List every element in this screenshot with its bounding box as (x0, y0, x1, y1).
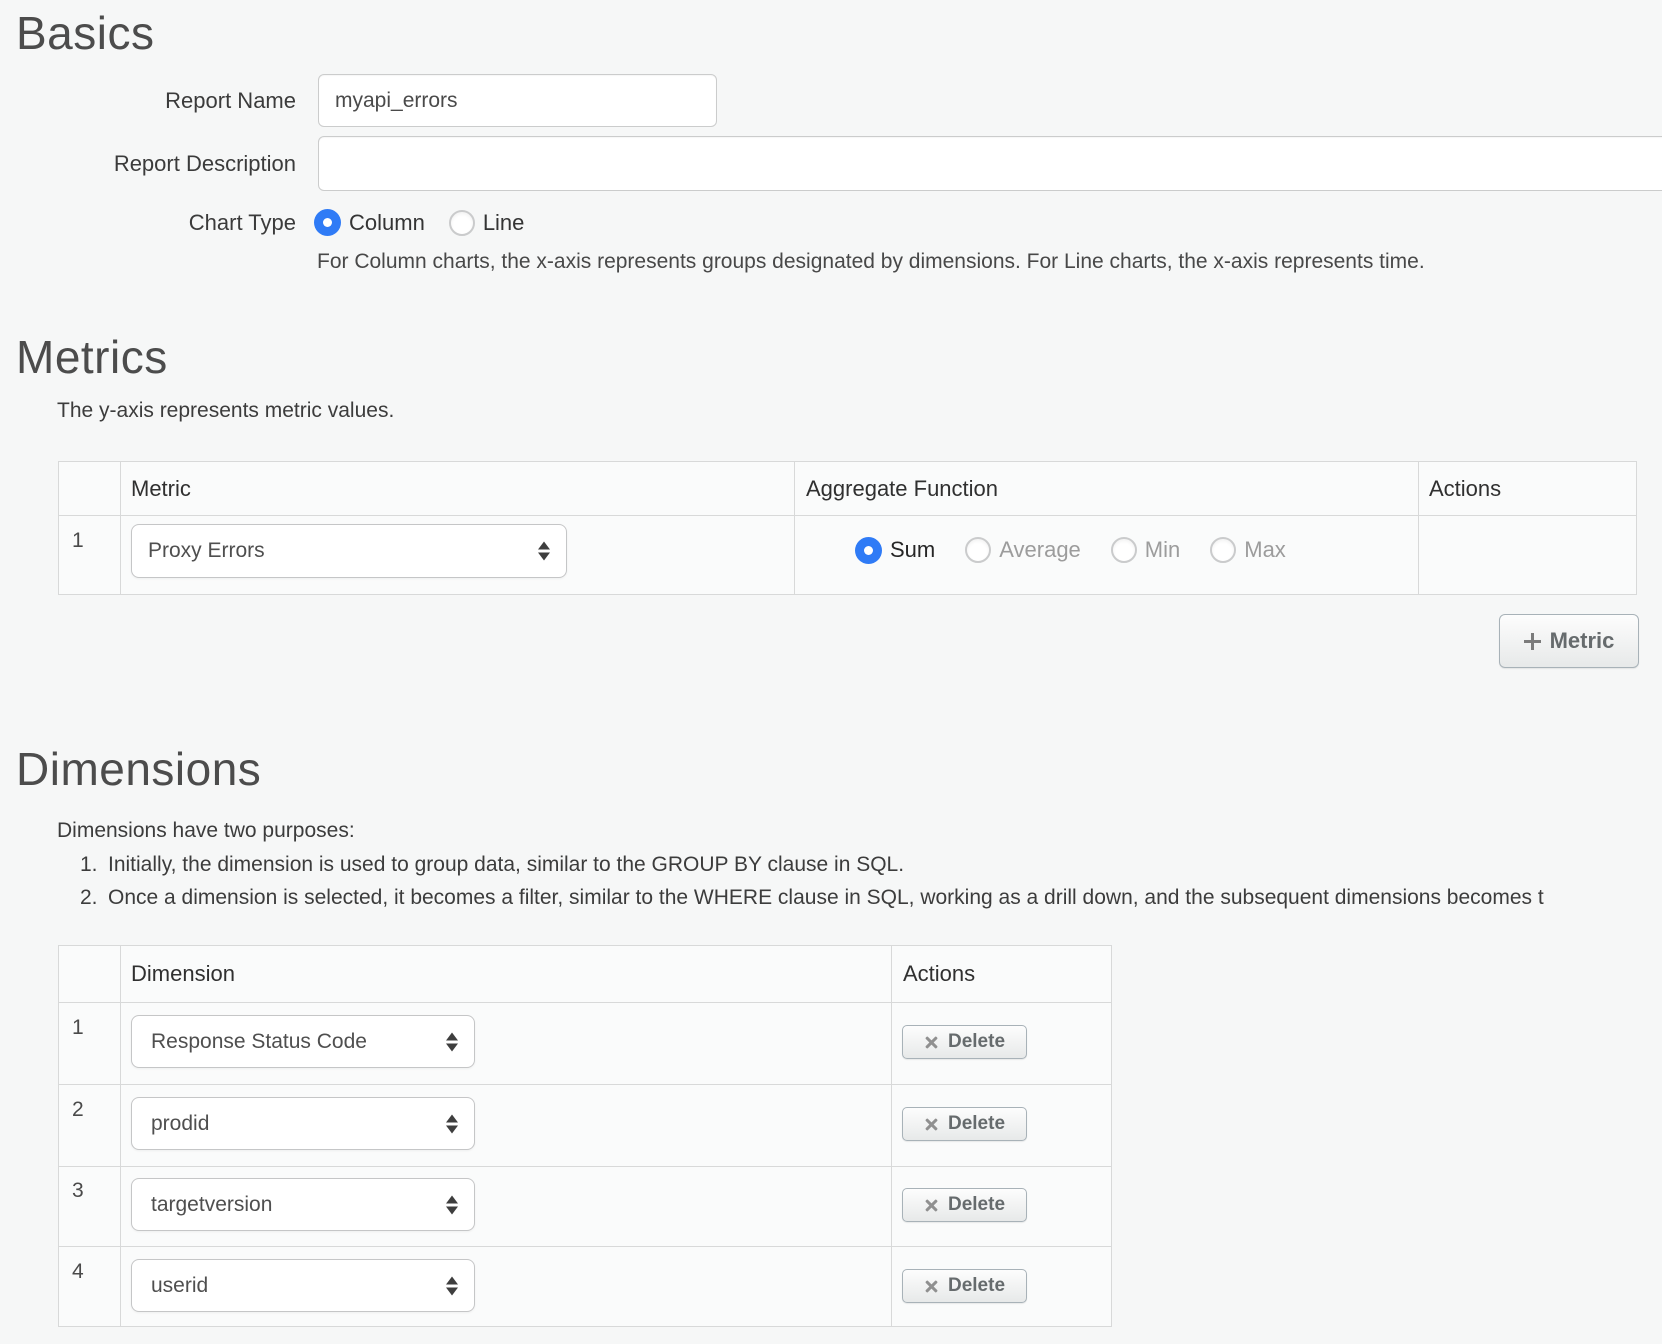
delete-dimension-button[interactable]: Delete (902, 1025, 1027, 1059)
report-description-input[interactable] (318, 136, 1662, 191)
dimensions-intro: Dimensions have two purposes: (57, 818, 355, 844)
metrics-table-divider (1418, 462, 1419, 594)
metrics-table-divider (120, 462, 121, 594)
delete-button-label: Delete (948, 1275, 1005, 1297)
metrics-heading: Metrics (16, 330, 168, 384)
metrics-col-header-metric: Metric (131, 462, 191, 515)
dimension-row-number: 1 (72, 1016, 84, 1040)
dimension-row-number: 3 (72, 1179, 84, 1203)
dimensions-purpose-item: 1. Initially, the dimension is used to g… (80, 852, 904, 878)
dimensions-table-row-divider (59, 1084, 1111, 1085)
chart-type-line-radio-icon[interactable] (449, 210, 475, 236)
aggregate-radio-group: Sum Average Min Max (855, 536, 1286, 564)
aggregate-max-label[interactable]: Max (1244, 537, 1286, 563)
metrics-col-header-aggregate: Aggregate Function (806, 462, 998, 515)
chart-type-label: Chart Type (0, 209, 296, 236)
delete-dimension-button[interactable]: Delete (902, 1188, 1027, 1222)
select-updown-arrows-icon (446, 1276, 458, 1295)
dimensions-purpose-item: 2. Once a dimension is selected, it beco… (80, 885, 1544, 911)
report-description-label: Report Description (0, 136, 296, 191)
select-updown-arrows-icon (446, 1195, 458, 1214)
delete-dimension-button[interactable]: Delete (902, 1107, 1027, 1141)
x-icon (924, 1035, 939, 1050)
basics-heading: Basics (16, 6, 154, 60)
metrics-table-header-divider (59, 515, 1636, 516)
dimensions-table-divider (120, 946, 121, 1326)
dimension-select-value: userid (151, 1274, 208, 1298)
dimensions-table-row-divider (59, 1166, 1111, 1167)
select-updown-arrows-icon (446, 1114, 458, 1133)
aggregate-max-radio-icon[interactable] (1210, 537, 1236, 563)
dimension-select-value: Response Status Code (151, 1030, 367, 1054)
list-item-number: 1. (80, 852, 108, 878)
add-metric-button-label: Metric (1550, 628, 1615, 654)
report-name-label: Report Name (0, 74, 296, 127)
dimension-select-value: targetversion (151, 1193, 272, 1217)
x-icon (924, 1198, 939, 1213)
dimensions-col-header-actions: Actions (903, 946, 975, 1002)
add-metric-button[interactable]: Metric (1499, 614, 1639, 668)
aggregate-min-label[interactable]: Min (1145, 537, 1180, 563)
chart-type-radio-group: Column Line (314, 209, 524, 236)
metric-row-number: 1 (72, 529, 84, 553)
dimensions-heading: Dimensions (16, 742, 261, 796)
dimensions-col-header-dimension: Dimension (131, 946, 235, 1002)
aggregate-sum-radio-icon[interactable] (855, 537, 882, 564)
report-name-input[interactable] (318, 74, 717, 127)
plus-icon (1524, 633, 1541, 650)
list-item-number: 2. (80, 885, 108, 911)
dimension-select[interactable]: targetversion (131, 1178, 475, 1231)
dimension-select[interactable]: Response Status Code (131, 1015, 475, 1068)
dimensions-table-header-divider (59, 1002, 1111, 1003)
aggregate-average-label[interactable]: Average (999, 537, 1081, 563)
report-builder-page: Basics Report Name Report Description Ch… (0, 0, 1662, 1344)
metrics-table-divider (794, 462, 795, 594)
dimension-select-value: prodid (151, 1112, 209, 1136)
dimension-select[interactable]: prodid (131, 1097, 475, 1150)
list-item-text: Once a dimension is selected, it becomes… (108, 885, 1544, 911)
delete-dimension-button[interactable]: Delete (902, 1269, 1027, 1303)
select-updown-arrows-icon (446, 1032, 458, 1051)
delete-button-label: Delete (948, 1031, 1005, 1053)
x-icon (924, 1117, 939, 1132)
dimension-select[interactable]: userid (131, 1259, 475, 1312)
aggregate-average-radio-icon[interactable] (965, 537, 991, 563)
chart-type-column-label[interactable]: Column (349, 210, 425, 236)
delete-button-label: Delete (948, 1194, 1005, 1216)
dimension-row-number: 2 (72, 1098, 84, 1122)
chart-type-help-text: For Column charts, the x-axis represents… (317, 249, 1425, 275)
dimensions-table-row-divider (59, 1246, 1111, 1247)
dimension-row-number: 4 (72, 1260, 84, 1284)
metrics-subtitle: The y-axis represents metric values. (57, 398, 394, 424)
aggregate-min-radio-icon[interactable] (1111, 537, 1137, 563)
chart-type-column-radio-icon[interactable] (314, 209, 341, 236)
chart-type-line-label[interactable]: Line (483, 210, 525, 236)
aggregate-sum-label[interactable]: Sum (890, 537, 935, 563)
x-icon (924, 1279, 939, 1294)
delete-button-label: Delete (948, 1113, 1005, 1135)
metric-select[interactable]: Proxy Errors (131, 524, 567, 578)
dimensions-table-divider (891, 946, 892, 1326)
metric-select-value: Proxy Errors (148, 539, 265, 563)
select-updown-arrows-icon (538, 542, 550, 561)
metrics-col-header-actions: Actions (1429, 462, 1501, 515)
list-item-text: Initially, the dimension is used to grou… (108, 852, 904, 878)
